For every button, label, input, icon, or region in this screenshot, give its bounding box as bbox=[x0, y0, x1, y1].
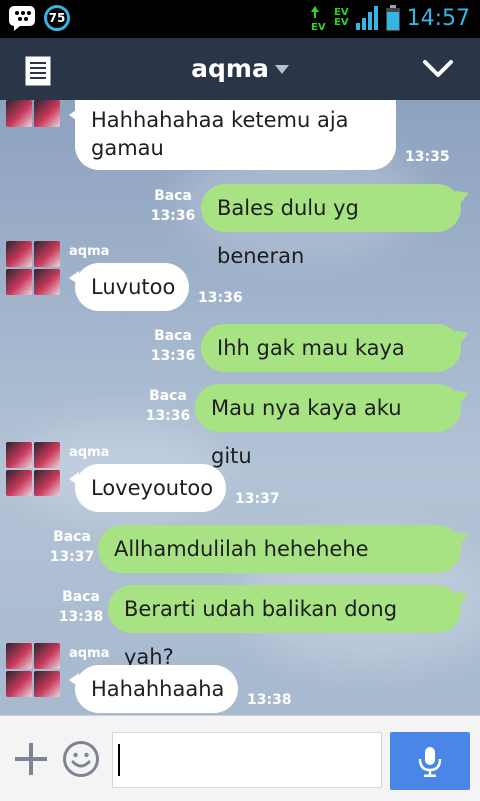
sender-name: aqma bbox=[69, 445, 110, 460]
message-time: 13:36 bbox=[198, 290, 243, 306]
sender-name: aqma bbox=[69, 646, 110, 661]
message-time: 13:35 bbox=[405, 149, 450, 165]
outgoing-message-bubble[interactable]: Mau nya kaya aku gitu bbox=[195, 384, 461, 468]
incoming-message-bubble[interactable]: Hahhahahaa ketemu aja gamau bbox=[69, 100, 396, 170]
message-time: 13:38 bbox=[247, 692, 292, 708]
network-type-indicator: EV EV bbox=[334, 8, 349, 28]
message-time: 13:36 bbox=[145, 408, 191, 424]
outgoing-message-bubble[interactable]: Allhamdulilah hehehehe maacih bbox=[98, 525, 461, 609]
avatar[interactable] bbox=[6, 442, 60, 496]
caret-down-icon bbox=[274, 65, 289, 74]
message-read-receipt: Baca 13:36 bbox=[145, 386, 191, 426]
chat-title: aqma bbox=[191, 54, 269, 83]
microphone-icon bbox=[418, 747, 442, 777]
message-time: 13:36 bbox=[150, 208, 196, 224]
avatar[interactable] bbox=[6, 241, 60, 295]
svg-text:EV: EV bbox=[311, 22, 326, 32]
message-text: Luvutoo bbox=[91, 275, 176, 299]
message-text: Loveyoutoo bbox=[91, 476, 214, 500]
message-read-receipt: Baca 13:36 bbox=[150, 326, 196, 366]
outgoing-message-bubble[interactable]: Berarti udah balikan dong yah? bbox=[108, 585, 461, 669]
signal-strength-icon bbox=[355, 6, 378, 30]
chat-title-dropdown[interactable]: aqma bbox=[0, 54, 480, 83]
chat-header: aqma bbox=[0, 38, 480, 100]
message-input-bar bbox=[0, 715, 480, 801]
sender-name: aqma bbox=[69, 244, 110, 259]
read-label: Baca bbox=[154, 328, 192, 344]
battery-percent-indicator: 75 bbox=[44, 5, 70, 31]
smiley-icon[interactable] bbox=[62, 740, 100, 778]
message-text: Mau nya kaya aku gitu bbox=[211, 396, 402, 468]
battery-percent-text: 75 bbox=[48, 11, 66, 25]
incoming-message-bubble[interactable]: Luvutoo bbox=[69, 263, 189, 311]
read-label: Baca bbox=[62, 589, 100, 605]
incoming-message-bubble[interactable]: Loveyoutoo bbox=[69, 464, 226, 512]
network-type-bottom: EV bbox=[334, 17, 349, 28]
message-text-line: gamau bbox=[91, 136, 164, 160]
plus-icon[interactable] bbox=[14, 742, 48, 776]
message-time: 13:37 bbox=[235, 491, 280, 507]
outgoing-message-bubble[interactable]: Ihh gak mau kaya gitu bbox=[201, 324, 461, 408]
chat-area[interactable]: Hahhahahaa ketemu aja gamau 13:35 Baca 1… bbox=[0, 100, 480, 715]
text-cursor bbox=[118, 744, 120, 776]
voice-message-button[interactable] bbox=[390, 732, 470, 790]
message-time: 13:38 bbox=[58, 609, 104, 625]
incoming-message-bubble[interactable]: Hahahhaaha bbox=[69, 665, 238, 713]
message-time: 13:36 bbox=[150, 348, 196, 364]
message-text-line: Hahhahahaa ketemu aja bbox=[91, 108, 349, 132]
message-time: 13:37 bbox=[49, 549, 95, 565]
outgoing-message-bubble[interactable]: Bales dulu yg beneran bbox=[201, 184, 461, 268]
battery-icon bbox=[385, 5, 400, 31]
message-read-receipt: Baca 13:37 bbox=[49, 527, 95, 567]
message-input[interactable] bbox=[112, 732, 382, 788]
message-read-receipt: Baca 13:38 bbox=[58, 587, 104, 627]
status-bar: 75 EV EV EV 14:57 bbox=[0, 0, 480, 38]
data-transfer-icon: EV bbox=[311, 6, 326, 32]
chevron-down-icon[interactable] bbox=[422, 58, 454, 80]
read-label: Baca bbox=[53, 529, 91, 545]
message-read-receipt: Baca 13:36 bbox=[150, 186, 196, 226]
message-text: Hahahhaaha bbox=[91, 677, 225, 701]
avatar[interactable] bbox=[6, 100, 60, 127]
avatar[interactable] bbox=[6, 643, 60, 697]
read-label: Baca bbox=[154, 188, 192, 204]
read-label: Baca bbox=[149, 388, 187, 404]
status-time: 14:57 bbox=[406, 5, 470, 31]
bbm-notification-icon bbox=[9, 6, 35, 31]
